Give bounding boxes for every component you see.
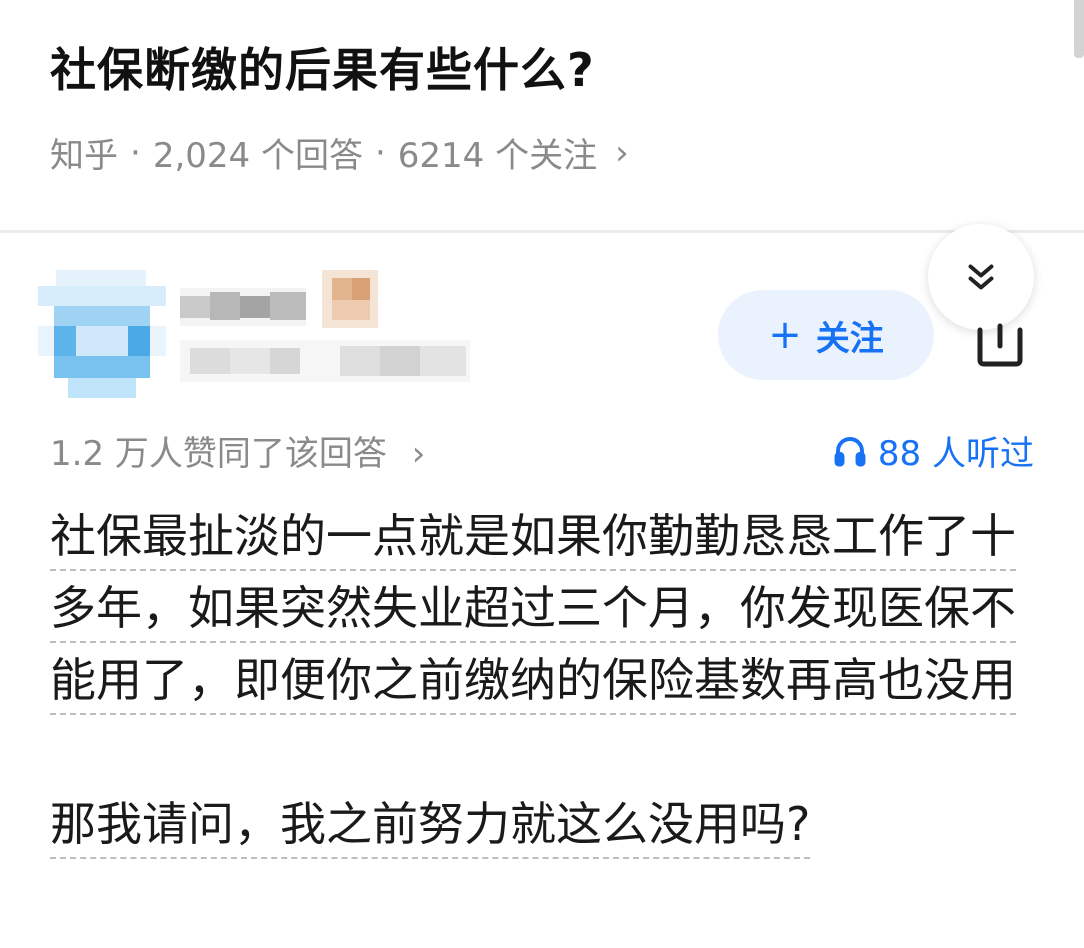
question-title[interactable]: 社保断缴的后果有些什么? bbox=[50, 34, 595, 100]
author-badge-blurred bbox=[322, 270, 378, 328]
scrollbar[interactable] bbox=[1074, 0, 1084, 58]
answer-paragraph: 社保最扯淡的一点就是如果你勤勤恳恳工作了十多年，如果突然失业超过三个月，你发现医… bbox=[50, 500, 1040, 716]
author-name-blurred[interactable] bbox=[180, 288, 306, 326]
chevron-right-icon: › bbox=[615, 132, 629, 173]
listen-count: 88 人听过 bbox=[877, 434, 1034, 474]
answer-count: 2,024 个回答 bbox=[152, 136, 363, 176]
separator-dot: · bbox=[130, 132, 141, 173]
divider bbox=[0, 230, 1084, 233]
paragraph-text: 那我请问，我之前努力就这么没用吗? bbox=[50, 797, 811, 859]
plus-icon: + bbox=[768, 312, 802, 358]
question-meta[interactable]: 知乎 · 2,024 个回答 · 6214 个关注 › bbox=[50, 128, 629, 177]
collapse-button[interactable] bbox=[928, 224, 1034, 330]
share-icon[interactable] bbox=[970, 320, 1030, 368]
follower-count: 6214 个关注 bbox=[397, 136, 598, 176]
double-chevron-down-icon bbox=[968, 264, 994, 290]
follow-label: 关注 bbox=[815, 318, 884, 359]
chevron-right-icon: › bbox=[411, 434, 426, 474]
author-description-blurred bbox=[180, 340, 470, 382]
separator-dot: · bbox=[374, 132, 386, 173]
listen-button[interactable]: 88 人听过 bbox=[832, 426, 1034, 475]
follow-button[interactable]: + 关注 bbox=[718, 290, 934, 380]
avatar[interactable] bbox=[38, 270, 166, 398]
answer-paragraph: 那我请问，我之前努力就这么没用吗? bbox=[50, 788, 1040, 860]
source-label: 知乎 bbox=[50, 136, 118, 176]
answer-content[interactable]: 社保最扯淡的一点就是如果你勤勤恳恳工作了十多年，如果突然失业超过三个月，你发现医… bbox=[50, 500, 1040, 860]
upvote-summary[interactable]: 1.2 万人赞同了该回答 › bbox=[50, 426, 425, 475]
paragraph-text: 社保最扯淡的一点就是如果你勤勤恳恳工作了十多年，如果突然失业超过三个月，你发现医… bbox=[50, 509, 1016, 715]
headphones-icon bbox=[834, 436, 866, 466]
upvote-count: 1.2 万人赞同了该回答 bbox=[50, 434, 387, 474]
